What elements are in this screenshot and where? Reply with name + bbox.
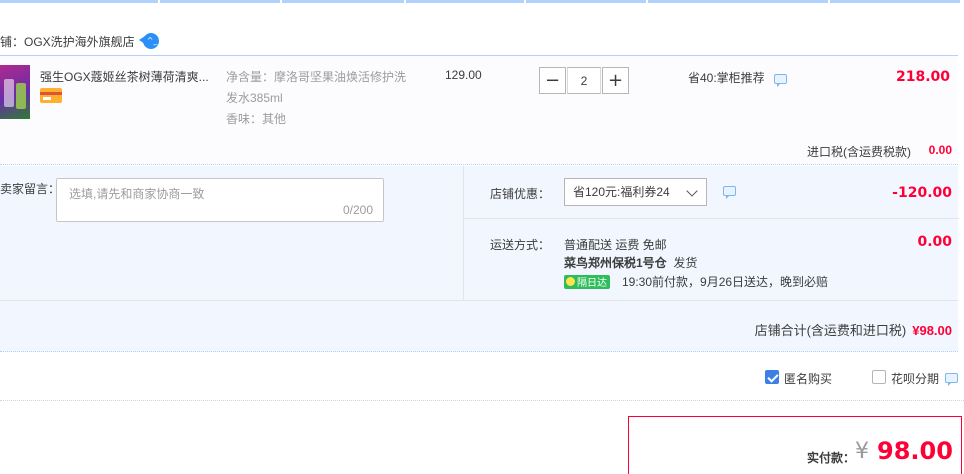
store-coupon-select[interactable]: 省120元:福利券24 <box>564 178 707 206</box>
promo-info-icon[interactable] <box>774 74 787 87</box>
huabei-checkbox[interactable] <box>872 370 886 384</box>
buyer-message-placeholder: 选填,请先和商家协商一致 <box>69 187 205 201</box>
lightning-icon <box>566 277 575 286</box>
payment-currency: ¥ <box>855 439 869 464</box>
delivery-promise: 隔日达 19:30前付款，9月26日送达，晚到必赔 <box>564 273 828 290</box>
shipping-fee-value: 0.00 <box>917 234 952 250</box>
chevron-down-icon <box>686 185 698 197</box>
credit-card-icon <box>40 88 62 103</box>
item-subtotal: 218.00 <box>895 69 950 85</box>
import-tax-value: 0.00 <box>928 143 952 157</box>
spec-volume: 净含量：摩洛哥坚果油焕活修护洗 <box>226 70 407 84</box>
shop-name[interactable]: 铺：OGX洗护海外旗舰店 <box>0 33 135 50</box>
shop-header: 铺：OGX洗护海外旗舰店 ^_^ <box>0 32 164 50</box>
store-total: 店铺合计(含运费和进口税) ¥98.00 <box>755 320 952 339</box>
top-tab-strip <box>0 0 964 5</box>
store-coupon-label: 店铺优惠： <box>490 187 551 201</box>
order-item-row: 强生OGX蔻姬丝茶树薄荷清爽... 净含量：摩洛哥坚果油焕活修护洗 发水385m… <box>0 55 958 165</box>
buyer-message-label: 卖家留言： <box>0 182 61 196</box>
store-total-value: ¥98.00 <box>912 323 952 338</box>
store-total-row: 店铺合计(含运费和进口税) ¥98.00 <box>0 300 958 352</box>
wangwang-chat-icon[interactable]: ^_^ <box>138 33 164 49</box>
product-title[interactable]: 强生OGX蔻姬丝茶树薄荷清爽... <box>40 68 215 85</box>
checkout-options: 匿名购买 花呗分期 <box>0 353 964 401</box>
delivery-eta: 19:30前付款，9月26日送达，晚到必赔 <box>622 275 829 289</box>
spec-volume-cont: 发水385ml <box>226 91 283 105</box>
payment-summary: 实付款： ¥ 98.00 <box>628 416 962 474</box>
spec-scent: 香味：其他 <box>226 112 287 126</box>
huabei-label[interactable]: 花呗分期 <box>891 370 939 387</box>
quantity-stepper: − + <box>539 67 629 94</box>
order-options-panel: 卖家留言： 选填,请先和商家协商一致 0/200 店铺优惠： 省120元:福利券… <box>0 166 959 352</box>
coupon-shipping-panel: 店铺优惠： 省120元:福利券24 -120.00 运送方式： 普通配送 运费 … <box>463 166 959 300</box>
payment-amount: 98.00 <box>877 437 953 465</box>
store-total-label: 店铺合计(含运费和进口税) <box>754 323 907 338</box>
quantity-input[interactable] <box>567 67 601 94</box>
shipping-method-label: 运送方式： <box>490 238 551 252</box>
unit-price: 129.00 <box>445 68 482 82</box>
panel-divider <box>464 218 959 219</box>
shipping-warehouse: 菜鸟郑州保税1号仓 发货 <box>564 254 697 271</box>
quantity-plus-button[interactable]: + <box>602 67 629 94</box>
buyer-message-input[interactable]: 选填,请先和商家协商一致 0/200 <box>56 178 384 222</box>
warehouse-name: 菜鸟郑州保税1号仓 <box>564 256 667 270</box>
anonymous-checkbox[interactable] <box>765 370 779 384</box>
product-thumbnail[interactable] <box>0 65 30 119</box>
next-day-badge: 隔日达 <box>564 274 610 289</box>
import-tax-label: 进口税(含运费税款) <box>807 145 911 159</box>
dispatch-text: 发货 <box>673 256 698 270</box>
quantity-minus-button[interactable]: − <box>539 67 566 94</box>
promotion-text: 省40:掌柜推荐 <box>688 71 765 85</box>
payment-label: 实付款： <box>807 451 856 465</box>
store-coupon-selected: 省120元:福利券24 <box>573 185 670 199</box>
coupon-info-icon[interactable] <box>723 186 736 199</box>
buyer-message-counter: 0/200 <box>342 203 373 217</box>
huabei-info-icon[interactable] <box>945 373 958 386</box>
shipping-method-text: 普通配送 运费 免邮 <box>564 238 667 252</box>
anonymous-label[interactable]: 匿名购买 <box>784 370 832 387</box>
store-coupon-value: -120.00 <box>892 185 952 201</box>
